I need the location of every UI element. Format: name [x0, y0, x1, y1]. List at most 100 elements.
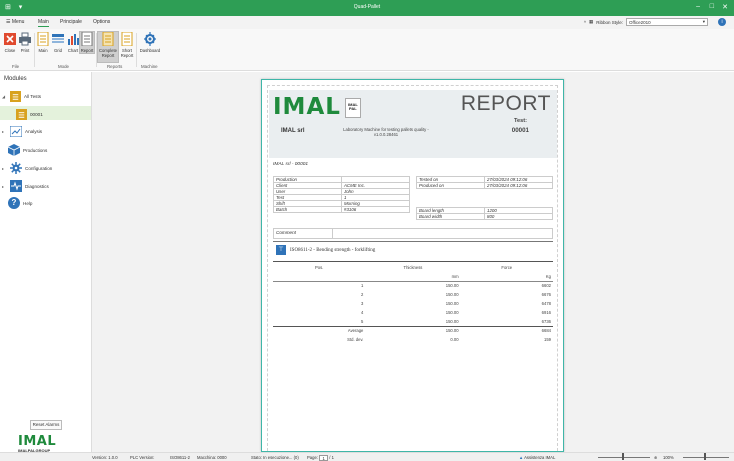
table-header-row: Pos. Thickness Force	[273, 263, 553, 272]
table-cell: 150.00	[445, 292, 459, 297]
nav-item-test-00001[interactable]: 00001	[16, 109, 43, 120]
date-row: Produced on 27/03/2024 09:12:06	[416, 182, 553, 189]
info-value: #3106	[341, 206, 410, 213]
table-cell: 6676	[541, 292, 551, 297]
title-bar: ⊞ ▾ Quad-Pallet – □ ✕	[0, 0, 734, 16]
info-table-left: Production Client ACME Inc. User John Test 1 Sh…	[273, 176, 410, 213]
assistance-link[interactable]: ▲ Assistenza IMAL	[519, 455, 555, 460]
imal-group-logo: IMAL IMALPALGROUP	[18, 434, 57, 453]
nav-item-help[interactable]: ? Help	[8, 197, 32, 209]
page-indicator: Page: 1 / 1	[307, 454, 334, 461]
status-state: Stato: In esecuzione... (0)	[251, 454, 299, 460]
ribbon-style-select[interactable]: Office2010 ▾	[626, 18, 708, 26]
test-number: 00001	[511, 127, 529, 134]
zoom-slider-thumb[interactable]	[622, 453, 624, 460]
table-cell: 6916	[541, 310, 551, 315]
info-table-dates: Tested on 27/03/2024 09:12:06 Produced on 2…	[416, 176, 553, 189]
page-input[interactable]: 1	[319, 454, 329, 461]
table-cell: 150.00	[445, 318, 459, 324]
table-cell: 159	[544, 337, 551, 342]
board-row: Board width 800	[416, 213, 553, 220]
date-label: Produced on	[416, 182, 485, 189]
nav-item-configuration[interactable]: ▸ Configuration	[2, 162, 52, 174]
nav-item-analysis[interactable]: ▸ Analysis	[2, 126, 42, 137]
menu-tab-main[interactable]: Main	[38, 19, 49, 27]
report-page: IMAL IMAL PAL IMAL srl Laboratory Machine…	[261, 79, 564, 452]
ribbon-style-label: Ribbon Style:	[596, 19, 623, 25]
modules-panel: Modules ◢ All Tests 00001 ▸ Analysis Pro…	[0, 72, 92, 453]
status-standard: ISO8611-2	[170, 454, 190, 460]
table-cell: 6478	[541, 301, 551, 306]
ribbon-style-icon: ▦	[588, 19, 594, 24]
print-button[interactable]: Print	[18, 32, 32, 53]
chart-mode-button[interactable]: Chart	[66, 32, 80, 53]
zoom-slider-right[interactable]	[683, 457, 729, 458]
table-cell: 150.00	[445, 283, 459, 289]
complete-report-button[interactable]: Complete Report	[97, 31, 119, 63]
nav-item-productions[interactable]: Productions	[8, 144, 47, 156]
status-version: Version: 1.0.0	[92, 454, 118, 460]
date-value: 27/03/2024 09:12:06	[484, 182, 553, 189]
table-cell: mm	[365, 272, 461, 282]
table-row: 2 150.00 6676	[273, 290, 553, 299]
document-icon	[16, 109, 27, 120]
table-cell: 6736	[541, 318, 551, 324]
group-label-machine: Machine	[141, 64, 158, 69]
report-subtitle: IMAL srl - 00001	[273, 162, 309, 167]
help-icon: ?	[8, 197, 20, 209]
user-icon: ▲	[519, 454, 524, 460]
table-cell: 6684	[460, 325, 553, 335]
close-window-button[interactable]: ✕	[722, 3, 728, 11]
menu-tab-menu[interactable]: ☰ Menu	[6, 19, 24, 25]
menu-icon: ☰	[6, 19, 11, 25]
table-cell: 1	[361, 283, 364, 289]
table-cell: 150.00	[445, 301, 459, 306]
close-icon	[4, 33, 16, 45]
nav-item-all-tests[interactable]: ◢ All Tests	[2, 91, 41, 102]
maximize-button[interactable]: □	[710, 3, 714, 10]
table-cell: 5	[361, 318, 364, 324]
zoom-level[interactable]: 100%	[663, 455, 674, 460]
menu-tab-principale[interactable]: Principale	[60, 19, 82, 25]
grid-icon	[52, 34, 64, 43]
expand-arrow-icon: ◢	[2, 94, 6, 99]
analysis-icon	[10, 126, 22, 137]
reset-alarms-button[interactable]: Reset Alarms	[30, 420, 62, 430]
table-cell: Thickness	[403, 265, 423, 270]
table-cell: 6602	[541, 283, 551, 289]
nav-item-diagnostics[interactable]: ▸ Diagnostics	[2, 180, 49, 192]
group-label-mode: Mode	[58, 64, 69, 69]
report-viewer[interactable]: IMAL IMAL PAL IMAL srl Laboratory Machine…	[92, 72, 734, 452]
table-cell: Pos.	[315, 265, 324, 270]
info-table-board: Board length 1200 Board width 800	[416, 207, 553, 220]
zoom-slider-thumb-2[interactable]	[704, 453, 706, 460]
group-label-reports: Reports	[107, 64, 123, 69]
info-label: Batch	[273, 206, 342, 213]
info-icon[interactable]: i	[718, 18, 726, 26]
minimize-button[interactable]: –	[696, 3, 700, 10]
grid-mode-button[interactable]: Grid	[51, 32, 65, 53]
menu-tab-options[interactable]: Options	[93, 19, 110, 25]
app-window: ⊞ ▾ Quad-Pallet – □ ✕ ☰ Menu Main Princi…	[0, 0, 734, 461]
expand-arrow-icon: ▸	[2, 183, 5, 189]
report-mode-button[interactable]: Report	[79, 31, 95, 54]
status-machine: Macchina: 0000	[197, 454, 227, 460]
document-icon	[121, 32, 133, 46]
close-button[interactable]: Close	[3, 32, 17, 53]
collapse-ribbon-icon[interactable]: ^	[584, 20, 586, 25]
report-icon	[81, 32, 93, 46]
table-stddev-row: Std. dev. 0.00 159	[273, 335, 553, 344]
table-row: 5 150.00 6736	[273, 317, 553, 326]
short-report-button[interactable]: Short Report	[120, 32, 134, 58]
table-units-row: mm Kg	[273, 272, 553, 282]
gear-icon	[144, 32, 156, 46]
dashboard-button[interactable]: Dashboard	[138, 32, 162, 53]
zoom-slider-left[interactable]	[598, 457, 650, 458]
test-label: Test:	[514, 118, 527, 124]
gear-icon	[10, 162, 22, 174]
table-cell: 3	[361, 301, 364, 306]
bending-test-icon: ⊤	[276, 245, 286, 255]
window-title: Quad-Pallet	[353, 4, 381, 10]
zoom-icon: ⊕	[654, 454, 658, 460]
main-mode-button[interactable]: Main	[36, 32, 50, 53]
